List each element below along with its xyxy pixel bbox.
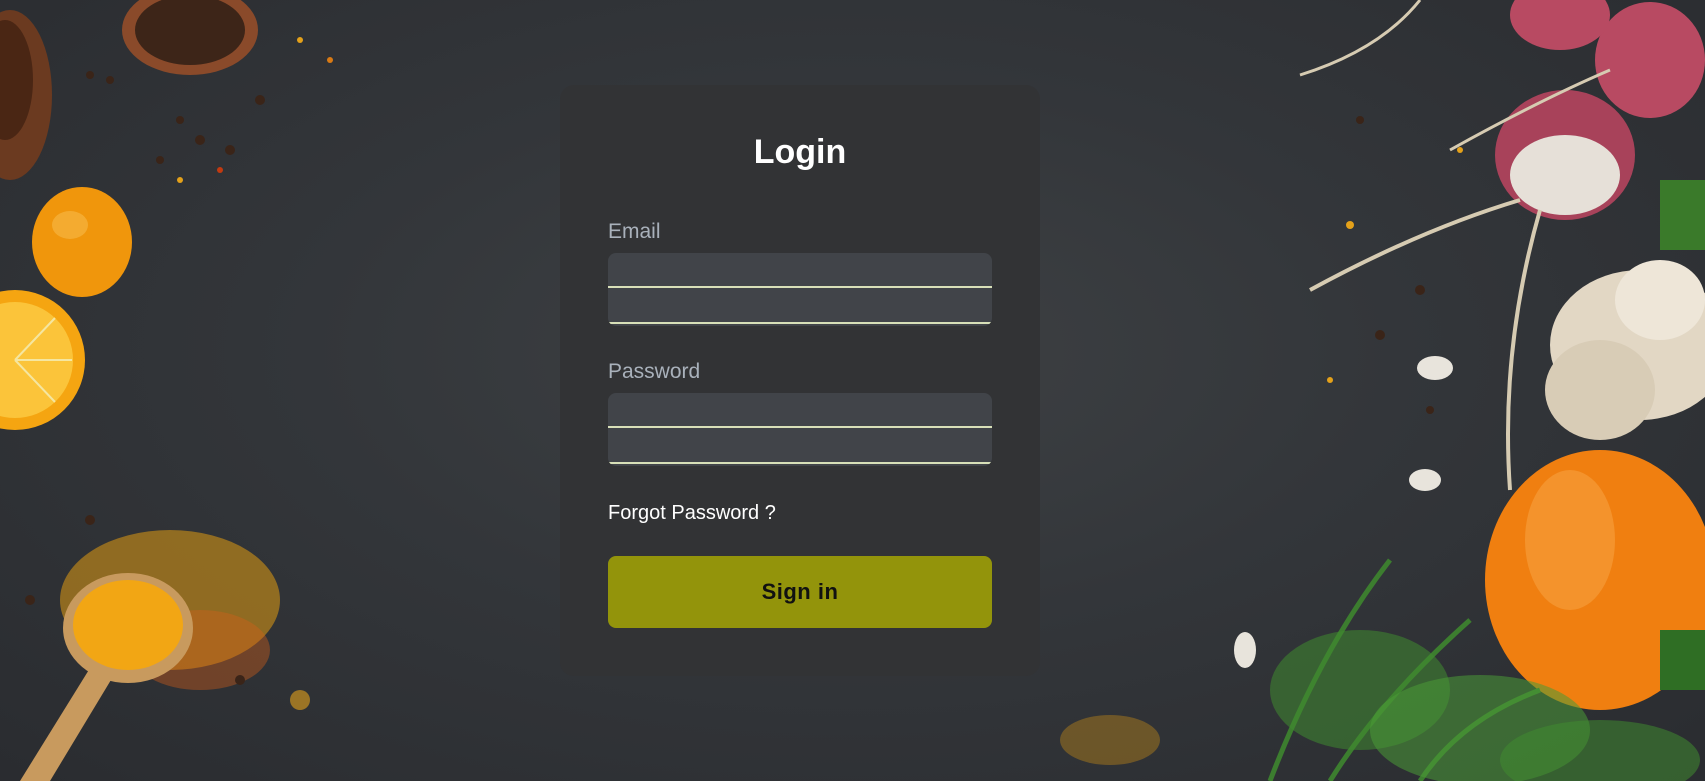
email-input[interactable] <box>608 253 992 288</box>
bowl <box>0 10 52 180</box>
sign-in-button[interactable]: Sign in <box>608 556 992 628</box>
login-title: Login <box>753 133 847 171</box>
email-field[interactable] <box>608 253 992 326</box>
password-input[interactable] <box>608 393 992 428</box>
password-label: Password <box>608 360 701 383</box>
kumquat <box>32 187 132 297</box>
pepper-spoon <box>122 0 258 75</box>
garlic <box>1545 260 1705 440</box>
lemon-half <box>0 290 85 430</box>
email-input-secondary[interactable] <box>608 289 992 324</box>
email-label: Email <box>608 220 661 243</box>
login-card: Login Email Password Forgot Password ? S… <box>560 85 1040 676</box>
password-input-secondary[interactable] <box>608 429 992 464</box>
orange-bell-pepper <box>1485 450 1705 710</box>
forgot-password-link[interactable]: Forgot Password ? <box>608 502 776 525</box>
password-field[interactable] <box>608 393 992 466</box>
